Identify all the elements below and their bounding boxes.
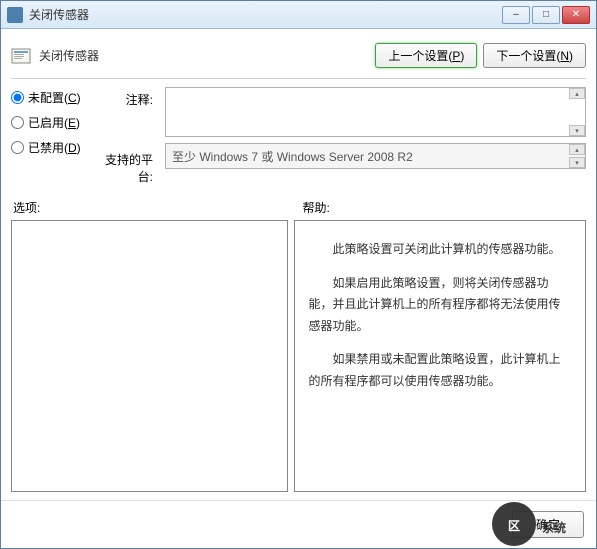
maximize-button[interactable]: □ bbox=[532, 6, 560, 24]
app-icon bbox=[7, 7, 23, 23]
comment-textarea[interactable]: ▴ ▾ bbox=[165, 87, 586, 137]
dialog-window: 关闭传感器 – □ ✕ 关闭传感器 上一个设置(P) 下一个设置(N) bbox=[0, 0, 597, 549]
scroll-up-icon[interactable]: ▴ bbox=[569, 144, 585, 155]
radio-disabled-input[interactable] bbox=[11, 141, 24, 154]
help-panel[interactable]: 此策略设置可关闭此计算机的传感器功能。 如果启用此策略设置，则将关闭传感器功能，… bbox=[294, 220, 587, 492]
comment-scrollbar[interactable]: ▴ ▾ bbox=[569, 88, 585, 136]
radio-enabled-input[interactable] bbox=[11, 116, 24, 129]
radio-not-configured-input[interactable] bbox=[11, 91, 24, 104]
help-paragraph: 如果启用此策略设置，则将关闭传感器功能，并且此计算机上的所有程序都将无法使用传感… bbox=[309, 273, 572, 338]
help-paragraph: 此策略设置可关闭此计算机的传感器功能。 bbox=[309, 239, 572, 261]
platform-label: 支持的平台: bbox=[97, 143, 153, 185]
titlebar[interactable]: 关闭传感器 – □ ✕ bbox=[1, 1, 596, 29]
divider bbox=[11, 78, 586, 79]
panels-row: 此策略设置可关闭此计算机的传感器功能。 如果启用此策略设置，则将关闭传感器功能，… bbox=[11, 220, 586, 492]
platform-value: 至少 Windows 7 或 Windows Server 2008 R2 bbox=[172, 148, 413, 165]
field-labels-column: 注释: 支持的平台: bbox=[97, 87, 157, 185]
radio-not-configured[interactable]: 未配置(C) bbox=[11, 89, 89, 106]
policy-icon bbox=[11, 46, 31, 66]
radio-disabled[interactable]: 已禁用(D) bbox=[11, 139, 89, 156]
platform-scrollbar[interactable]: ▴ ▾ bbox=[569, 144, 585, 168]
previous-setting-button[interactable]: 上一个设置(P) bbox=[375, 43, 477, 68]
fields-column: ▴ ▾ 至少 Windows 7 或 Windows Server 2008 R… bbox=[165, 87, 586, 169]
help-label: 帮助: bbox=[299, 199, 587, 216]
comment-label: 注释: bbox=[97, 87, 153, 143]
close-button[interactable]: ✕ bbox=[562, 6, 590, 24]
config-row: 未配置(C) 已启用(E) 已禁用(D) 注释: 支持的平台: bbox=[11, 87, 586, 185]
radio-enabled[interactable]: 已启用(E) bbox=[11, 114, 89, 131]
options-label: 选项: bbox=[11, 199, 299, 216]
content-area: 关闭传感器 上一个设置(P) 下一个设置(N) 未配置(C) 已启用(E) bbox=[1, 29, 596, 500]
minimize-button[interactable]: – bbox=[502, 6, 530, 24]
header-row: 关闭传感器 上一个设置(P) 下一个设置(N) bbox=[11, 37, 586, 78]
radio-group: 未配置(C) 已启用(E) 已禁用(D) bbox=[11, 87, 89, 156]
section-labels: 选项: 帮助: bbox=[11, 199, 586, 216]
options-panel[interactable] bbox=[11, 220, 288, 492]
next-setting-button[interactable]: 下一个设置(N) bbox=[483, 43, 586, 68]
scroll-down-icon[interactable]: ▾ bbox=[569, 125, 585, 136]
platform-field: 至少 Windows 7 或 Windows Server 2008 R2 ▴ … bbox=[165, 143, 586, 169]
scroll-up-icon[interactable]: ▴ bbox=[569, 88, 585, 99]
window-title: 关闭传感器 bbox=[29, 6, 502, 23]
footer: 确定 bbox=[1, 500, 596, 548]
help-text: 此策略设置可关闭此计算机的传感器功能。 如果启用此策略设置，则将关闭传感器功能，… bbox=[309, 239, 572, 393]
window-controls: – □ ✕ bbox=[502, 6, 590, 24]
help-paragraph: 如果禁用或未配置此策略设置，此计算机上的所有程序都可以使用传感器功能。 bbox=[309, 349, 572, 392]
policy-title: 关闭传感器 bbox=[39, 47, 99, 64]
scroll-down-icon[interactable]: ▾ bbox=[569, 157, 585, 168]
ok-button[interactable]: 确定 bbox=[512, 511, 584, 538]
